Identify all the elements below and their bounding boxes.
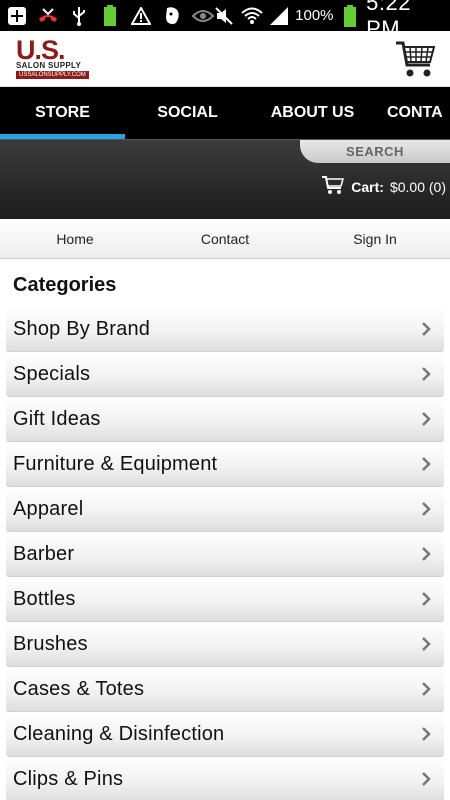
tab-about-us[interactable]: ABOUT US (250, 87, 375, 139)
chevron-right-icon (422, 457, 431, 471)
chevron-right-icon (422, 367, 431, 381)
battery-small-icon (99, 4, 121, 27)
category-label: Cases & Totes (13, 677, 145, 700)
cart-amount: $0.00 (0) (389, 178, 446, 195)
usb-icon (68, 5, 90, 27)
category-label: Shop By Brand (13, 317, 151, 340)
evernote-icon (161, 5, 183, 27)
category-barber[interactable]: Barber (6, 532, 444, 577)
shopping-cart-icon[interactable] (394, 38, 436, 80)
mute-icon (214, 5, 235, 27)
category-label: Gift Ideas (13, 407, 101, 430)
logo-url-text: USSALONSUPPLY.COM (16, 70, 89, 79)
clock: 5:22 PM (366, 0, 411, 41)
category-label: Clips & Pins (13, 767, 124, 790)
category-label: Furniture & Equipment (13, 452, 218, 475)
category-list: Shop By Brand Specials Gift Ideas Furnit… (0, 307, 450, 800)
battery-icon (340, 4, 361, 27)
status-icons-left (6, 4, 214, 27)
tab-contact[interactable]: CONTA (375, 87, 450, 139)
app-screen: 100% 5:22 PM U.S. SALON SUPPLY USSALONSU… (0, 0, 450, 800)
category-cleaning-disinfection[interactable]: Cleaning & Disinfection (6, 712, 444, 757)
main-nav: STORE SOCIAL ABOUT US CONTA (0, 87, 450, 139)
sub-nav: Home Contact Sign In (0, 219, 450, 259)
category-brushes[interactable]: Brushes (6, 622, 444, 667)
status-bar: 100% 5:22 PM (0, 0, 450, 41)
category-shop-by-brand[interactable]: Shop By Brand (6, 307, 444, 352)
category-specials[interactable]: Specials (6, 352, 444, 397)
category-bottles[interactable]: Bottles (6, 577, 444, 622)
add-icon (6, 5, 28, 27)
category-label: Bottles (13, 587, 76, 610)
category-clips-pins[interactable]: Clips & Pins (6, 757, 444, 800)
chevron-right-icon (422, 682, 431, 696)
cart-summary[interactable]: Cart: $0.00 (0) (321, 175, 446, 198)
tab-store[interactable]: STORE (0, 87, 125, 139)
signal-icon (269, 5, 290, 27)
tab-social[interactable]: SOCIAL (125, 87, 250, 139)
eye-icon (192, 5, 214, 27)
search-cart-band: SEARCH Cart: $0.00 (0) (0, 139, 450, 219)
chevron-right-icon (422, 727, 431, 741)
logo-main-text: U.S. (16, 34, 66, 65)
chevron-right-icon (422, 322, 431, 336)
category-label: Apparel (13, 497, 84, 520)
warning-icon (130, 5, 152, 27)
logo-sub-text: SALON SUPPLY (16, 60, 82, 70)
battery-percent: 100% (295, 7, 334, 24)
subnav-home-link[interactable]: Home (0, 231, 150, 247)
search-button[interactable]: SEARCH (300, 140, 450, 163)
chevron-right-icon (422, 637, 431, 651)
subnav-sign-in-link[interactable]: Sign In (300, 231, 450, 247)
subnav-contact-link[interactable]: Contact (150, 231, 300, 247)
logo[interactable]: U.S. SALON SUPPLY USSALONSUPPLY.COM (16, 34, 89, 79)
category-furniture-equipment[interactable]: Furniture & Equipment (6, 442, 444, 487)
category-apparel[interactable]: Apparel (6, 487, 444, 532)
cart-summary-icon (321, 175, 345, 198)
chevron-right-icon (422, 547, 431, 561)
wifi-icon (240, 5, 263, 27)
missed-call-icon (37, 5, 59, 27)
category-gift-ideas[interactable]: Gift Ideas (6, 397, 444, 442)
status-icons-right: 100% 5:22 PM (214, 0, 446, 42)
chevron-right-icon (422, 502, 431, 516)
category-cases-totes[interactable]: Cases & Totes (6, 667, 444, 712)
categories-heading: Categories (13, 274, 117, 296)
category-label: Barber (13, 542, 75, 565)
category-label: Brushes (13, 632, 88, 655)
chevron-right-icon (422, 412, 431, 426)
category-label: Specials (13, 362, 91, 385)
cart-label: Cart: (351, 178, 384, 195)
chevron-right-icon (422, 592, 431, 606)
chevron-right-icon (422, 772, 431, 786)
category-label: Cleaning & Disinfection (13, 722, 225, 745)
